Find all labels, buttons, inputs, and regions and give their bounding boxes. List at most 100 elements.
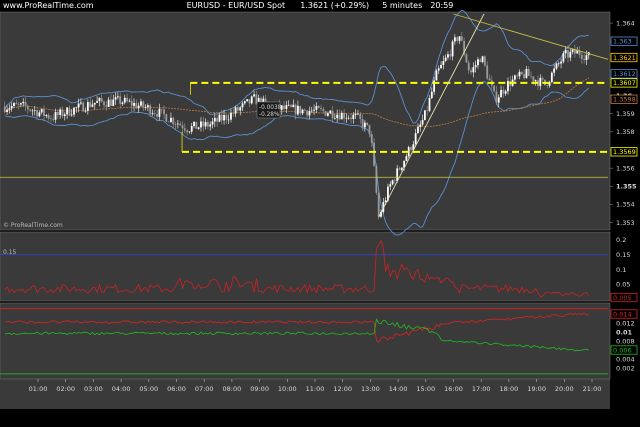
price-tick-label: 1.356 xyxy=(616,164,635,172)
price-tag[interactable]: 1.3612 xyxy=(610,69,638,79)
price-tag[interactable]: 1.3598 xyxy=(610,94,638,104)
price-tick-label: 1.354 xyxy=(616,201,635,209)
candle-body xyxy=(303,109,306,111)
candle-body xyxy=(165,114,168,122)
chart-window: www.ProRealTime.com EURUSD - EUR/USD Spo… xyxy=(0,0,640,427)
price-tag[interactable]: 1.3621 xyxy=(610,52,638,63)
candle-body xyxy=(518,71,521,77)
price-tick-label: 1.355 xyxy=(616,183,637,191)
candle-body xyxy=(564,50,567,54)
indicator1-value-tag[interactable]: 0.005 xyxy=(610,292,638,303)
candle-body xyxy=(239,107,242,111)
candle-body xyxy=(290,104,292,108)
change-annotation[interactable]: -0.0038 -0.28% xyxy=(256,101,282,119)
candle-body xyxy=(297,105,299,115)
time-tick-label: 07:00 xyxy=(195,385,214,393)
candle-body xyxy=(391,180,394,185)
candle-body xyxy=(474,65,477,68)
candle-body xyxy=(532,76,535,82)
candle-body xyxy=(527,68,530,76)
candle-body xyxy=(331,110,334,119)
candle-body xyxy=(73,107,75,115)
candle-body xyxy=(10,106,13,109)
candle-body xyxy=(550,72,553,82)
price-panel[interactable] xyxy=(0,12,610,230)
time-tick-label: 03:00 xyxy=(84,385,103,393)
candle-body xyxy=(243,101,246,104)
time-tick-label: 14:00 xyxy=(389,385,408,393)
candle-body xyxy=(119,96,122,104)
indicator2-tick-label: 0.01 xyxy=(616,328,633,336)
price-tick-label: 1.358 xyxy=(616,128,635,136)
indicator2-value-tag[interactable]: 0.014 xyxy=(610,309,638,319)
candle-body xyxy=(206,122,209,127)
time-tick-label: 19:00 xyxy=(527,385,546,393)
candle-body xyxy=(225,115,228,120)
value-tag-label: 0.014 xyxy=(613,310,632,318)
price-chart[interactable]: 1.3641.3631.3621.3611.361.3591.3581.3571… xyxy=(0,0,640,427)
candle-body xyxy=(534,80,537,82)
candle-body xyxy=(209,124,212,127)
candle-body xyxy=(144,107,147,108)
candle-body xyxy=(555,63,558,69)
candle-body xyxy=(80,102,82,104)
candle-body xyxy=(130,100,133,106)
candle-body xyxy=(40,108,43,113)
candle-body xyxy=(481,56,484,63)
candle-body xyxy=(66,107,68,115)
candle-body xyxy=(560,61,562,64)
candle-body xyxy=(24,101,27,107)
candle-body xyxy=(292,104,295,108)
candle-body xyxy=(158,108,161,117)
candle-body xyxy=(500,89,502,98)
indicator1-tick-label: 0.05 xyxy=(616,281,630,289)
candle-body xyxy=(442,61,445,65)
candle-body xyxy=(366,122,369,125)
candle-body xyxy=(43,108,45,116)
candle-body xyxy=(451,41,454,57)
indicator2-tick-label: 0.012 xyxy=(616,319,635,327)
candle-body xyxy=(497,97,500,103)
candle-body xyxy=(343,112,345,119)
candle-body xyxy=(504,91,507,94)
candle-body xyxy=(77,103,80,108)
candle-body xyxy=(135,102,138,109)
candle-body xyxy=(569,51,572,58)
candle-body xyxy=(45,115,48,116)
price-tag[interactable]: 1.3569 xyxy=(610,147,638,157)
candle-body xyxy=(172,117,175,125)
candle-body xyxy=(553,68,556,73)
price-tag[interactable]: 1.363 xyxy=(610,36,638,46)
candle-body xyxy=(472,67,475,73)
candle-body xyxy=(181,125,184,129)
candle-body xyxy=(52,118,55,120)
time-tick-label: 12:00 xyxy=(333,385,352,393)
time-tick-label: 15:00 xyxy=(416,385,435,393)
candle-body xyxy=(195,121,198,129)
indicator2-tick-label: 0.008 xyxy=(616,337,635,345)
candle-body xyxy=(336,114,339,119)
candle-body xyxy=(523,74,526,79)
candle-body xyxy=(557,63,560,65)
candle-body xyxy=(539,77,542,87)
candle-body xyxy=(423,110,426,120)
candle-body xyxy=(213,117,216,122)
candle-body xyxy=(460,36,463,41)
candle-body xyxy=(220,114,223,121)
value-tag-label: 0.006 xyxy=(613,346,632,354)
value-tag-label: 1.3621 xyxy=(613,54,636,62)
candle-body xyxy=(440,64,442,69)
indicator2-panel[interactable] xyxy=(0,303,610,379)
candle-body xyxy=(112,99,115,106)
candle-body xyxy=(110,99,112,106)
time-tick-label: 09:00 xyxy=(250,385,269,393)
value-tag-label: 1.3607 xyxy=(613,79,636,87)
candle-body xyxy=(61,109,64,117)
candle-body xyxy=(211,121,214,125)
candle-body xyxy=(396,168,399,181)
candle-body xyxy=(417,126,419,134)
price-tag[interactable]: 1.3607 xyxy=(610,78,638,88)
indicator2-value-tag[interactable]: 0.006 xyxy=(610,345,638,355)
time-tick-label: 04:00 xyxy=(112,385,131,393)
candle-body xyxy=(352,114,355,119)
